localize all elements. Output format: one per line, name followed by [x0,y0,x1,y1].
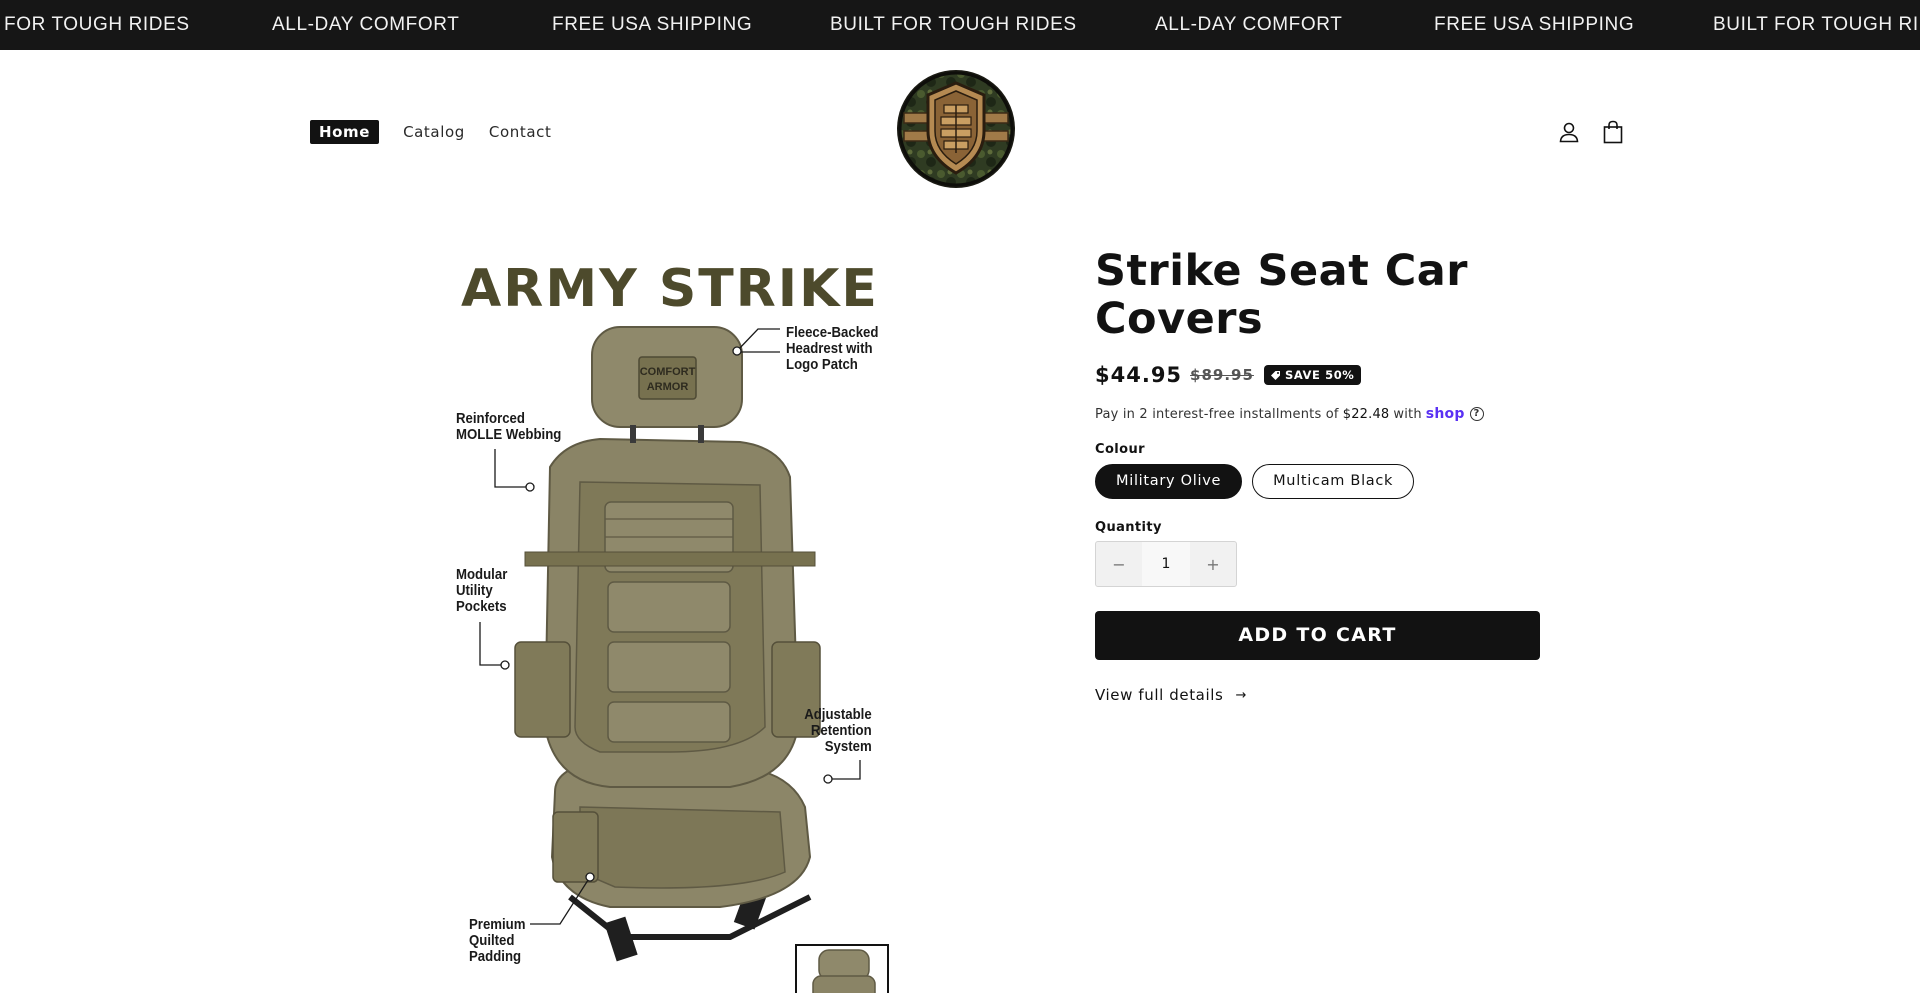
shopping-bag-icon [1603,120,1623,144]
installments-text: Pay in 2 interest-free installments of [1095,406,1339,422]
announcement-item: FOR TOUGH RIDES [4,14,190,35]
sale-badge-label: SAVE 50% [1284,368,1355,382]
colour-option-multicam-black[interactable]: Multicam Black [1252,464,1415,499]
media-thumbnail[interactable] [795,944,889,993]
callout-retention: Adjustable Retention System [805,707,872,755]
site-header: Home Catalog Contact [0,50,1920,215]
announcement-item: FREE USA SHIPPING [1434,14,1635,35]
view-full-details-label: View full details [1095,686,1224,704]
announcement-bar: FOR TOUGH RIDES ALL-DAY COMFORT FREE USA… [0,0,1920,50]
seat-thumbnail-image [812,949,876,993]
compare-price: $89.95 [1190,366,1254,384]
sale-price: $44.95 [1095,363,1183,387]
quantity-input[interactable]: 1 [1142,542,1190,586]
callout-pockets-line: Modular [456,566,508,583]
quantity-stepper: − 1 + [1095,541,1237,587]
callout-padding: Premium Quilted Padding [469,917,525,965]
callout-headrest: Fleece-Backed Headrest with Logo Patch [786,325,878,373]
callout-pockets-line: Pockets [456,598,507,615]
callout-molle-line: Reinforced [456,410,525,427]
callout-padding-line: Quilted [469,932,515,949]
header-actions [1540,117,1628,147]
patch-line-1: COMFORT [640,366,696,378]
add-to-cart-button[interactable]: ADD TO CART [1095,611,1540,660]
nav-contact-link[interactable]: Contact [489,123,552,141]
shop-pay-installments: Pay in 2 interest-free installments of $… [1095,406,1545,422]
callout-molle: Reinforced MOLLE Webbing [456,411,561,443]
installments-amount: $22.48 [1342,406,1390,422]
product-info: Strike Seat Car Covers $44.95 $89.95 SAV… [1095,247,1545,704]
arrow-right-icon: → [1235,687,1247,703]
help-icon[interactable]: ? [1469,407,1484,421]
account-button[interactable] [1554,117,1584,147]
callout-pockets: Modular Utility Pockets [456,567,507,615]
shop-pay-logo[interactable]: shop [1426,406,1465,422]
callout-retention-line: Adjustable [804,706,872,723]
callout-padding-line: Padding [469,948,522,965]
announcement-item: FREE USA SHIPPING [552,14,753,35]
callout-headrest-line: Fleece-Backed [786,324,879,341]
announcement-item: BUILT FOR TOUGH RIDES [830,14,1077,35]
nav-catalog-link[interactable]: Catalog [403,123,465,141]
callout-retention-line: Retention [811,722,872,739]
product-title: Strike Seat Car Covers [1095,246,1468,344]
callout-retention-line: System [825,738,872,755]
user-icon [1559,122,1579,143]
quantity-label: Quantity [1095,520,1162,535]
view-full-details-link[interactable]: View full details → [1095,686,1545,704]
cart-button[interactable] [1598,117,1628,147]
store-logo[interactable] [896,69,1016,189]
colour-option-military-olive[interactable]: Military Olive [1095,464,1243,499]
installments-with: with [1393,406,1422,422]
price-row: $44.95 $89.95 SAVE 50% [1095,363,1545,387]
tag-icon [1270,370,1280,380]
announcement-item: ALL-DAY COMFORT [1155,14,1343,35]
quantity-decrease-button[interactable]: − [1096,555,1142,574]
announcement-item: BUILT FOR TOUGH RIDES [1713,14,1920,35]
callout-headrest-line: Headrest with [786,340,873,357]
callout-molle-line: MOLLE Webbing [456,426,562,443]
nav-home-link[interactable]: Home [310,120,380,144]
callout-headrest-line: Logo Patch [786,356,858,373]
quantity-increase-button[interactable]: + [1190,555,1236,574]
colour-label: Colour [1095,442,1145,457]
patch-line-2: ARMOR [647,381,689,393]
sale-badge: SAVE 50% [1263,365,1362,385]
callout-pockets-line: Utility [456,582,493,599]
callout-padding-line: Premium [469,916,526,933]
announcement-item: ALL-DAY COMFORT [272,14,460,35]
product-media: ARMY STRIKE COMFORT ARMOR Fleece-Backed … [440,247,900,993]
colour-options: Military Olive Multicam Black [1095,464,1545,499]
main-nav: Home Catalog Contact [310,120,575,144]
shield-grid-logo-icon [897,70,1015,188]
